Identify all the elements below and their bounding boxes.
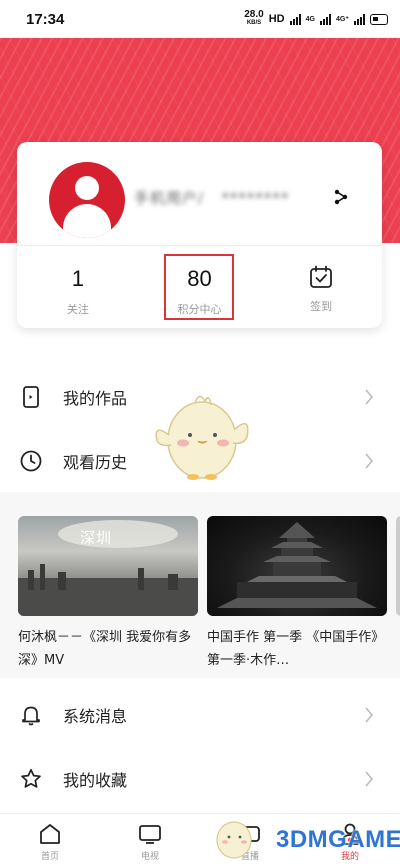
following-label: 关注	[66, 303, 89, 316]
video-title[interactable]: 中国手作 第一季 《中国手作》第一季·木作…	[207, 626, 387, 672]
status-icons: 28.0 KB/S HD 4G 4G⁺	[244, 10, 388, 28]
status-bar: 17:34 28.0 KB/S HD 4G 4G⁺	[0, 0, 400, 38]
home-icon	[40, 824, 60, 844]
menu-label-system-messages: 系统消息	[63, 707, 128, 726]
star-icon	[21, 768, 41, 788]
status-time: 17:34	[26, 10, 65, 28]
watermark-mascot-image	[216, 821, 252, 859]
video-title[interactable]: 何沐枫－－《深圳 我爱你有多深》MV	[18, 626, 198, 672]
cell-signal-2-icon	[354, 13, 365, 25]
tab-home[interactable]: 首页	[0, 814, 100, 868]
tab-tv[interactable]: 电视	[100, 814, 200, 868]
signal-4g-plus-label: 4G⁺	[335, 16, 349, 23]
tv-icon	[139, 825, 161, 844]
user-nickname[interactable]: 手机用户/ ********	[134, 187, 289, 208]
hd-label: HD	[268, 13, 285, 25]
stat-checkin[interactable]: 签到	[260, 255, 382, 325]
temple-model-image	[217, 522, 377, 608]
chevron-right-icon	[365, 453, 374, 469]
wifi-signal-icon	[289, 13, 301, 25]
menu-label-watch-history: 观看历史	[63, 453, 128, 472]
bell-icon	[22, 706, 40, 726]
mascot-chick-image	[155, 395, 249, 480]
avatar[interactable]	[49, 162, 125, 238]
network-speed-unit: KB/S	[246, 20, 262, 26]
chevron-right-icon	[365, 707, 374, 723]
video-card[interactable]: 深圳 何沐枫－－《深圳 我爱你有多深》MV	[18, 516, 198, 672]
network-speed-value: 28.0	[244, 9, 264, 20]
video-thumbnail[interactable]: 深圳	[18, 516, 198, 616]
video-thumbnail-text: 深圳	[80, 529, 113, 547]
following-count: 1	[71, 266, 84, 291]
card-divider	[17, 245, 382, 246]
signal-4g-label: 4G	[305, 15, 315, 23]
chevron-right-icon	[365, 389, 374, 405]
battery-icon	[370, 13, 388, 25]
checkin-label: 签到	[310, 300, 333, 313]
menu-item-system-messages[interactable]: 系统消息	[0, 686, 400, 744]
clock-icon	[20, 450, 42, 472]
calendar-check-icon	[310, 265, 333, 288]
stat-following[interactable]: 1 关注	[17, 255, 139, 325]
watermark-logo: 3DMGAME	[276, 826, 400, 853]
video-card[interactable]: 中国手作 第一季 《中国手作》第一季·木作…	[207, 516, 387, 672]
profile-card: 手机用户/ ******** 1 关注 80 积分中心 签到	[17, 142, 382, 328]
points-highlight-box	[164, 254, 234, 320]
chevron-right-icon	[365, 771, 374, 787]
network-speed: 28.0 KB/S	[244, 10, 263, 28]
share-icon[interactable]	[333, 189, 349, 205]
video-thumbnail[interactable]	[207, 516, 387, 616]
tab-label-tv: 电视	[140, 852, 159, 862]
menu-item-my-favorites[interactable]: 我的收藏	[0, 750, 400, 808]
menu-label-my-works: 我的作品	[63, 389, 128, 408]
phone-icon	[23, 386, 39, 408]
cell-signal-icon	[319, 13, 331, 25]
video-thumbnail-partial[interactable]	[396, 516, 400, 616]
menu-label-my-favorites: 我的收藏	[63, 771, 128, 790]
video-recommendations: 深圳 何沐枫－－《深圳 我爱你有多深》MV 中国手作 第一季 《中国手作》第一季…	[0, 492, 400, 678]
tab-label-home: 首页	[40, 852, 59, 862]
